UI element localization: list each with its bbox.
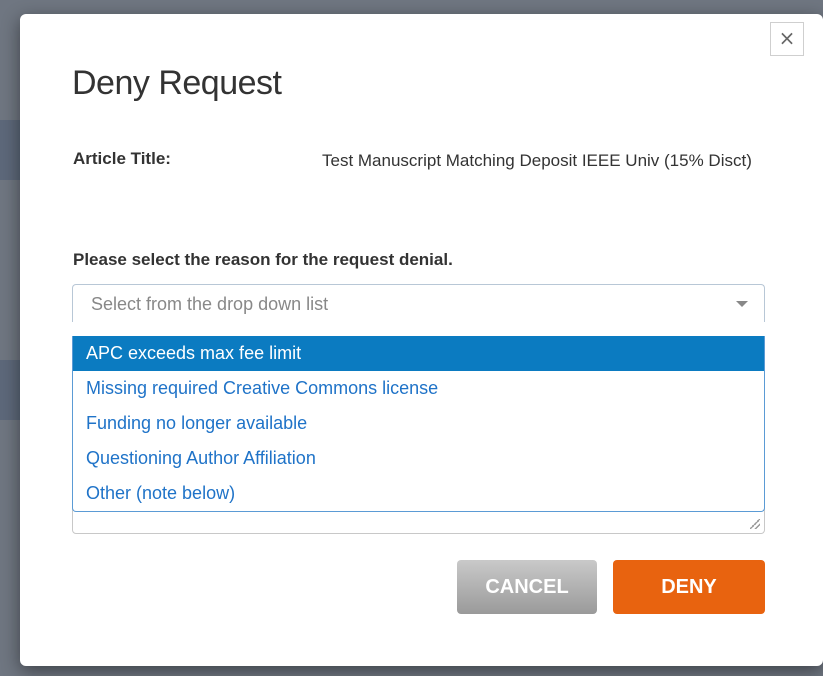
close-button[interactable]: × bbox=[770, 22, 804, 56]
modal-title: Deny Request bbox=[72, 64, 282, 102]
dropdown-option[interactable]: Other (note below) bbox=[73, 476, 764, 511]
deny-request-modal: × Deny Request Article Title: Test Manus… bbox=[20, 14, 823, 666]
close-icon: × bbox=[778, 26, 796, 50]
dropdown-option[interactable]: Funding no longer available bbox=[73, 406, 764, 441]
deny-button[interactable]: DENY bbox=[613, 560, 765, 614]
dropdown-option[interactable]: Missing required Creative Commons licens… bbox=[73, 371, 764, 406]
reason-dropdown-list: APC exceeds max fee limit Missing requir… bbox=[72, 336, 765, 512]
article-title-value: Test Manuscript Matching Deposit IEEE Un… bbox=[322, 151, 752, 170]
dropdown-option[interactable]: Questioning Author Affiliation bbox=[73, 441, 764, 476]
reason-prompt: Please select the reason for the request… bbox=[73, 250, 453, 269]
cancel-button[interactable]: CANCEL bbox=[457, 560, 597, 614]
article-title-label: Article Title: bbox=[73, 149, 171, 168]
resize-grip-icon[interactable] bbox=[750, 519, 760, 529]
dropdown-option[interactable]: APC exceeds max fee limit bbox=[73, 336, 764, 371]
select-placeholder: Select from the drop down list bbox=[91, 294, 329, 314]
reason-select[interactable]: Select from the drop down list bbox=[72, 284, 765, 322]
chevron-down-icon bbox=[736, 301, 748, 307]
